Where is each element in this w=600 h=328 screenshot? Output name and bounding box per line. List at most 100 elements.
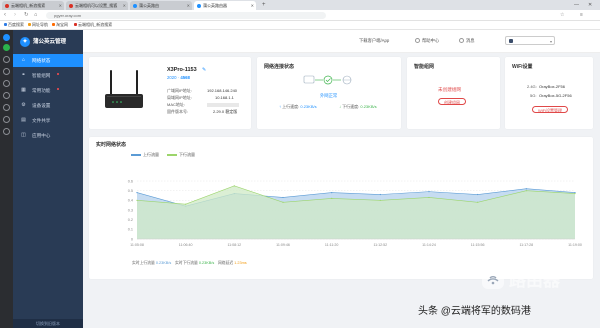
data-point <box>331 192 333 194</box>
browser-tab[interactable]: 云端相机_新浪搜索 ✕ <box>2 1 64 10</box>
switch-version-link[interactable]: 切换到旧版本 <box>13 319 83 328</box>
bookmark-item[interactable]: 百度搜索 <box>4 21 24 29</box>
forward-icon[interactable]: › <box>14 10 16 20</box>
device-select[interactable]: ▾ <box>505 36 555 45</box>
minimize-icon[interactable]: — <box>574 0 579 10</box>
mac-value-redacted <box>207 102 239 107</box>
bookmark-icon <box>74 23 77 27</box>
watermark-logo-text: 路由器 <box>509 270 561 291</box>
stat-value: 0.23KB/s <box>198 261 215 265</box>
bookmark-label: 网址导航 <box>32 22 48 27</box>
menu-icon[interactable]: ≡ <box>580 10 583 20</box>
bookmark-icon <box>28 23 31 27</box>
bookmark-label: 淘宝网 <box>56 22 68 27</box>
button-label: 下载客户端/App <box>359 38 390 43</box>
sidebar-item-label: 智能组网 <box>32 73 51 78</box>
browser-tab[interactable]: 云端相机可以设置_搜狐 ✕ <box>66 1 128 10</box>
url-input[interactable]: pgyer.oray.com <box>46 11 326 19</box>
history-icon[interactable] <box>3 68 10 75</box>
y-tick-label: 0.6 <box>128 179 133 183</box>
window-close-icon[interactable]: ✕ <box>588 0 592 10</box>
close-icon[interactable]: ✕ <box>59 1 62 10</box>
clock-icon[interactable] <box>3 128 10 135</box>
messages-button[interactable]: 消息 <box>459 37 475 44</box>
reload-icon[interactable]: ↻ <box>24 10 29 20</box>
sidebar-item-file-sharing[interactable]: ▤ 文件共享 <box>13 114 83 127</box>
gear-icon: ⚙ <box>21 102 26 108</box>
close-icon[interactable]: ✕ <box>187 1 190 10</box>
create-network-button[interactable]: 创建组网 <box>438 98 466 105</box>
folder-icon: ▤ <box>21 117 26 123</box>
data-point <box>136 199 138 201</box>
data-point <box>379 199 381 201</box>
bookmark-item[interactable]: 淘宝网 <box>52 21 68 29</box>
realtime-chart-card: 实时网络状态 上行流量 下行流量 0 0.1 0.2 0.3 0.4 0.5 0.6 11:0… <box>89 137 593 279</box>
star-icon[interactable]: ☆ <box>560 10 564 20</box>
browser-tab-active[interactable]: 蒲公英路由器 ✕ <box>194 1 256 10</box>
sidebar-item-device-settings[interactable]: ⚙ 设备设置 <box>13 99 83 112</box>
tab-favicon-icon <box>197 3 201 8</box>
browser-tab-bar: 云端相机_新浪搜索 ✕ 云端相机可以设置_搜狐 ✕ 蒲公英路由 ✕ 蒲公英路由器… <box>0 0 600 10</box>
bookmark-item[interactable]: 云端相机_新浪搜索 <box>74 21 112 29</box>
data-point <box>574 192 576 195</box>
wifi-5-label: 5G: <box>530 93 537 98</box>
download-value: 0.23KB/s <box>360 104 377 109</box>
x-tick-label: 11:08:12 <box>227 243 241 247</box>
stat-value: 0.23KB/s <box>155 261 172 265</box>
address-bar-row: ‹ › ↻ ⌂ pgyer.oray.com ☆ ≡ <box>0 10 600 21</box>
close-icon[interactable]: ✕ <box>251 1 254 10</box>
lan-ip-label: 局域网IP地址: <box>167 95 192 100</box>
browser-tab[interactable]: 蒲公英路由 ✕ <box>130 1 192 10</box>
realtime-download-stat: 实时下行流量 0.23KB/s <box>175 261 214 266</box>
chat-app-icon[interactable] <box>3 44 10 51</box>
app-shortcut-icon[interactable] <box>3 34 10 41</box>
device-name: X3Pro-1153 <box>167 67 197 73</box>
edit-icon[interactable]: ✎ <box>202 67 206 73</box>
x-tick-label: 11:09:46 <box>276 243 290 247</box>
sidebar-item-network-status[interactable]: ⌂ 网络状态 <box>13 54 83 67</box>
sidebar-item-label: 应用中心 <box>32 133 51 138</box>
data-point <box>282 196 284 199</box>
button-label: 帮助中心 <box>422 38 440 43</box>
x-tick-label: 11:15:56 <box>471 243 485 247</box>
download-client-button[interactable]: 下载客户端/App <box>359 37 389 44</box>
stat-label: 实时下行流量 <box>175 261 198 265</box>
data-point <box>428 196 430 199</box>
brand: ✦ 蒲公英云管理 <box>13 36 83 48</box>
x-tick-label: 11:14:24 <box>422 243 436 247</box>
bookmark-item[interactable]: 网址导航 <box>28 21 48 29</box>
data-point <box>525 188 527 190</box>
home-button-icon[interactable]: ⌂ <box>34 10 37 20</box>
favorites-icon[interactable] <box>3 56 10 63</box>
data-point <box>477 193 479 196</box>
badge-sn: 4568 <box>180 75 190 80</box>
device-icon <box>509 39 513 43</box>
tools-icon[interactable] <box>3 116 10 123</box>
back-icon[interactable]: ‹ <box>4 10 6 20</box>
bookmark-icon <box>52 23 55 27</box>
close-icon[interactable]: ✕ <box>123 1 126 10</box>
sidebar-item-smart-network[interactable]: ⚭ 智能组网 <box>13 69 83 82</box>
x-tick-label: 11:11:20 <box>325 243 338 247</box>
logo-icon: ✦ <box>20 37 30 47</box>
heart-icon[interactable] <box>3 104 10 111</box>
data-point <box>477 201 479 203</box>
tab-favicon-icon <box>133 3 137 8</box>
sidebar-item-label: 常用功能 <box>32 88 51 93</box>
tab-favicon-icon <box>5 3 9 8</box>
apps-icon: ◫ <box>21 132 26 138</box>
upload-label: 上行速度: <box>282 104 300 109</box>
top-header: 下载客户端/App 帮助中心 消息 ▾ <box>83 30 600 53</box>
data-point <box>136 192 138 194</box>
new-tab-icon[interactable]: + <box>262 0 266 10</box>
smart-network-card: 智能组网 未创建组网 创建组网 <box>407 57 500 129</box>
tab-favicon-icon <box>69 3 73 8</box>
stat-label: 网络延迟 <box>218 261 234 265</box>
brand-title: 蒲公英云管理 <box>33 39 67 45</box>
download-icon[interactable] <box>3 80 10 87</box>
help-center-button[interactable]: 帮助中心 <box>415 37 439 44</box>
sidebar-item-app-center[interactable]: ◫ 应用中心 <box>13 129 83 142</box>
notes-icon[interactable] <box>3 92 10 99</box>
sidebar-item-common-functions[interactable]: ▦ 常用功能 <box>13 84 83 97</box>
wifi-settings-button[interactable]: WiFi设置管理 <box>532 106 568 113</box>
